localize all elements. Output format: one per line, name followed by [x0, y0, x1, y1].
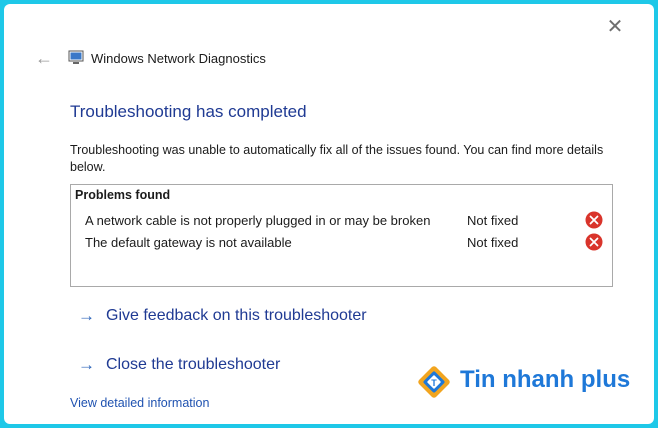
svg-text:T: T — [431, 378, 437, 388]
close-troubleshooter-label: Close the troubleshooter — [106, 356, 281, 373]
view-details-link[interactable]: View detailed information — [70, 396, 209, 410]
problems-title: Problems found — [75, 188, 171, 202]
watermark-logo-icon: T — [418, 366, 450, 398]
problems-panel: Problems found A network cable is not pr… — [70, 184, 613, 287]
network-diagnostics-icon — [68, 50, 84, 64]
error-icon — [585, 211, 603, 229]
problem-status: Not fixed — [467, 235, 519, 250]
page-title: Troubleshooting has completed — [70, 102, 307, 121]
arrow-right-icon: → — [78, 355, 95, 374]
watermark: T Tin nhanh plus — [416, 362, 636, 402]
problem-row: The default gateway is not available Not… — [85, 233, 605, 253]
problem-row: A network cable is not properly plugged … — [85, 211, 605, 231]
problem-text: A network cable is not properly plugged … — [85, 213, 431, 228]
back-arrow-icon[interactable]: ← — [34, 48, 54, 68]
problem-status: Not fixed — [467, 213, 519, 228]
window-title: Windows Network Diagnostics — [91, 51, 266, 66]
dialog-window: ✕ ← Windows Network Diagnostics Troubles… — [4, 4, 654, 424]
watermark-text: Tin nhanh plus — [460, 366, 631, 393]
close-button[interactable]: ✕ — [604, 16, 626, 38]
description-text: Troubleshooting was unable to automatica… — [70, 143, 604, 174]
give-feedback-label: Give feedback on this troubleshooter — [106, 307, 367, 324]
arrow-right-icon: → — [78, 306, 95, 325]
error-icon — [585, 233, 603, 251]
problem-text: The default gateway is not available — [85, 235, 292, 250]
